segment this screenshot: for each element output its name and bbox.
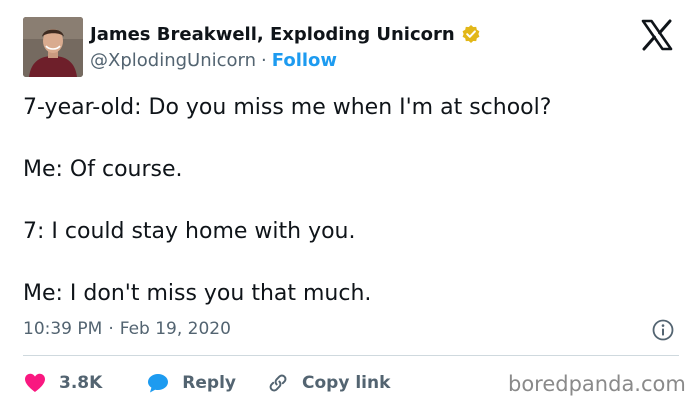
divider: [23, 355, 679, 356]
heart-icon: [23, 371, 47, 395]
author-display-name[interactable]: James Breakwell, Exploding Unicorn: [90, 24, 455, 45]
handle-separator: ·: [261, 49, 267, 71]
link-icon: [266, 371, 290, 395]
copy-link-button[interactable]: Copy link: [266, 371, 390, 395]
avatar[interactable]: [23, 17, 83, 77]
author-handle[interactable]: @XplodingUnicorn: [90, 50, 256, 71]
tweet-timestamp[interactable]: 10:39 PM · Feb 19, 2020: [23, 316, 231, 342]
verified-badge-icon: [461, 24, 481, 44]
reply-label: Reply: [182, 373, 236, 393]
tweet-time: 10:39 PM: [23, 319, 103, 339]
tweet-actions: 3.8K Reply Copy link: [23, 368, 390, 398]
author-handle-row: @XplodingUnicorn · Follow: [90, 48, 337, 72]
tweet-line: Me: Of course.: [23, 157, 183, 182]
tweet-line: 7-year-old: Do you miss me when I'm at s…: [23, 95, 552, 120]
follow-button[interactable]: Follow: [272, 50, 337, 71]
like-button[interactable]: 3.8K: [23, 371, 102, 395]
watermark: boredpanda.com: [508, 372, 686, 396]
tweet-date: Feb 19, 2020: [119, 319, 231, 339]
info-icon[interactable]: [651, 318, 675, 342]
copy-link-label: Copy link: [302, 373, 391, 393]
tweet-line: Me: I don't miss you that much.: [23, 281, 372, 306]
x-logo-icon[interactable]: [640, 18, 674, 52]
reply-button[interactable]: Reply: [146, 371, 236, 395]
timestamp-separator: ·: [108, 319, 114, 339]
author-name-row: James Breakwell, Exploding Unicorn: [90, 22, 481, 46]
speech-bubble-icon: [146, 371, 170, 395]
like-count: 3.8K: [59, 373, 103, 393]
tweet-line: 7: I could stay home with you.: [23, 219, 356, 244]
tweet-text: 7-year-old: Do you miss me when I'm at s…: [23, 92, 683, 340]
